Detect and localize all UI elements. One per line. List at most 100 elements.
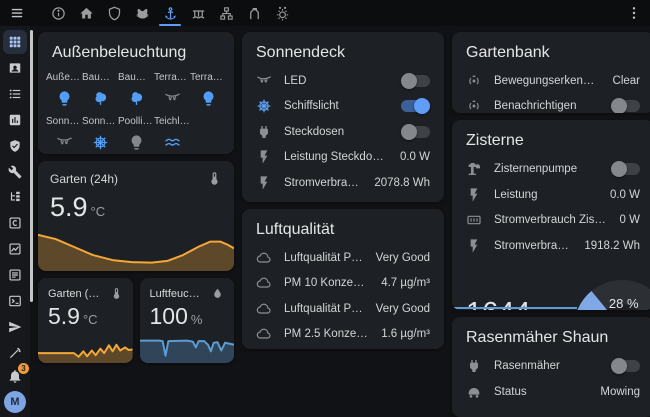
tab-services[interactable]	[268, 0, 296, 26]
menu-icon[interactable]	[8, 6, 26, 20]
light-chip[interactable]: Baum V…	[118, 72, 154, 107]
string-lights-icon	[164, 90, 181, 107]
gauge-value: 28 %	[570, 296, 650, 310]
entity-row[interactable]: Leistung Steckdosen Sonnendeck 0.0 W	[242, 145, 444, 171]
entity-value: Very Good	[376, 303, 430, 315]
send-icon	[8, 320, 22, 334]
tab-pier[interactable]	[184, 0, 212, 26]
entity-row[interactable]: Bewegungserkennung Clear	[452, 68, 650, 94]
entity-row[interactable]: Luftqualität PM 10 Very Good	[242, 245, 444, 271]
card-sonnendeck: Sonnendeck LED Schiffslicht Steckdosen	[242, 32, 444, 202]
notifications-button[interactable]: 3	[7, 367, 23, 385]
card-garten-7d[interactable]: Garten (7d) 5.9°C	[38, 278, 133, 363]
entity-row[interactable]: PM 10 Konzentration 4.7 µg/m³	[242, 271, 444, 297]
entity-value: Very Good	[376, 252, 430, 264]
sidebar-item-notes[interactable]	[3, 263, 27, 287]
entity-row[interactable]: PM 2.5 Konzentration 1.6 µg/m³	[242, 322, 444, 348]
entity-row[interactable]: Schiffslicht	[242, 94, 444, 120]
light-chip[interactable]: Sonnen…	[46, 116, 82, 151]
sidebar-item-pipette[interactable]	[3, 341, 27, 365]
tab-home[interactable]	[72, 0, 100, 26]
user-avatar[interactable]: M	[4, 391, 26, 413]
notification-badge: 3	[18, 363, 29, 374]
sidebar-item-dashboard[interactable]	[3, 30, 27, 54]
sidebar-item-c-app[interactable]	[3, 211, 27, 235]
toggle-rasenmaeher[interactable]	[611, 360, 640, 372]
sidebar-item-alarm[interactable]	[3, 134, 27, 158]
ship-wheel-icon	[256, 98, 272, 114]
sidebar-item-history[interactable]	[3, 108, 27, 132]
sidebar-item-person[interactable]	[3, 56, 27, 80]
thermometer-icon	[110, 287, 123, 300]
view-tabs	[44, 0, 296, 26]
light-chip[interactable]: Baum G…	[82, 72, 118, 107]
card-title: Luftqualität	[242, 209, 444, 245]
sidebar-item-terminal[interactable]	[3, 289, 27, 313]
toggle-led[interactable]	[401, 75, 430, 87]
sidebar-item-tools[interactable]	[3, 160, 27, 184]
light-chip[interactable]: Poollicht	[118, 116, 154, 151]
sidebar-item-filetree[interactable]	[3, 186, 27, 210]
tab-security[interactable]	[100, 0, 128, 26]
card-luftqualitaet: Luftqualität Luftqualität PM 10 Very Goo…	[242, 209, 444, 349]
toggle-steckdosen[interactable]	[401, 126, 430, 138]
entity-row[interactable]: LED	[242, 68, 444, 94]
entity-row[interactable]: Benachrichtigen	[452, 94, 650, 114]
entity-row[interactable]: Stromverbrauch Steckdosen Sonn… 2078.8 W…	[242, 170, 444, 196]
toggle-zisternenpumpe[interactable]	[611, 163, 640, 175]
tab-info[interactable]	[44, 0, 72, 26]
tab-garden-selected[interactable]	[156, 0, 184, 26]
light-chip[interactable]: Terrass…	[154, 72, 190, 107]
overflow-menu-icon[interactable]	[626, 5, 642, 21]
tab-cat[interactable]	[128, 0, 156, 26]
scrollbar-thumb[interactable]	[30, 30, 33, 302]
entity-value: Mowing	[600, 386, 640, 398]
shield-check-icon	[8, 139, 22, 153]
shield-icon	[107, 6, 122, 21]
flash-icon	[466, 187, 482, 203]
sidebar-item-send[interactable]	[3, 315, 27, 339]
card-luftfeuchtigkeit[interactable]: Luftfeuchtigkeit… 100%	[140, 278, 235, 363]
light-chip[interactable]: Teichlicht	[154, 116, 190, 151]
entity-row[interactable]: Steckdosen	[242, 119, 444, 145]
card-garten-24h[interactable]: Garten (24h) 5.9°C	[38, 161, 234, 271]
toggle-schiffslicht[interactable]	[401, 100, 430, 112]
list-icon	[8, 87, 22, 101]
wrench-icon	[8, 165, 22, 179]
fill-level-gauge[interactable]: 28 % Zisterne Füllstand	[570, 272, 650, 310]
light-chip[interactable]: Terrass…	[190, 72, 226, 107]
top-header	[0, 0, 650, 26]
entity-row[interactable]: Stromverbrauch Zisterne Heute 0 W	[452, 207, 650, 233]
tree-icon	[92, 90, 109, 107]
entity-row[interactable]: Zisternenpumpe	[452, 156, 650, 182]
sidebar-item-graphs[interactable]	[3, 237, 27, 261]
fill-history-line	[452, 307, 577, 309]
entity-row[interactable]: Leistung 0.0 W	[452, 182, 650, 208]
directions-icon	[247, 6, 262, 21]
entity-row[interactable]: Stromverbrauch Zisterne Gesamt 1918.2 Wh	[452, 233, 650, 259]
pier-icon	[191, 6, 206, 21]
text-box-icon	[8, 268, 22, 282]
robot-mower-icon	[466, 384, 482, 400]
entity-row[interactable]: Status Mowing	[452, 379, 650, 405]
tab-directions[interactable]	[240, 0, 268, 26]
sidebar-item-logbook[interactable]	[3, 82, 27, 106]
anchor-icon	[163, 6, 178, 21]
waves-icon	[164, 134, 181, 151]
entity-value: 1918.2 Wh	[584, 240, 640, 252]
tab-network[interactable]	[212, 0, 240, 26]
light-chip[interactable]: Außenb…	[46, 72, 82, 107]
flash-icon	[256, 149, 272, 165]
lightbulb-icon	[128, 134, 145, 151]
ship-wheel-icon	[92, 134, 109, 151]
sitemap-icon	[219, 6, 234, 21]
tree-icon	[128, 90, 145, 107]
light-chip[interactable]: Sonnen…	[82, 116, 118, 151]
c-box-icon	[8, 216, 22, 230]
sensor-value: 100%	[140, 300, 235, 330]
entity-row[interactable]: Luftqualität PM 2.5 Very Good	[242, 296, 444, 322]
entity-row[interactable]: Rasenmäher	[452, 353, 650, 379]
flash-icon	[466, 238, 482, 254]
toggle-benachrichtigen[interactable]	[611, 100, 640, 112]
light-chips: Außenb… Baum G… Baum V… Terrass… Terrass…	[38, 68, 234, 154]
